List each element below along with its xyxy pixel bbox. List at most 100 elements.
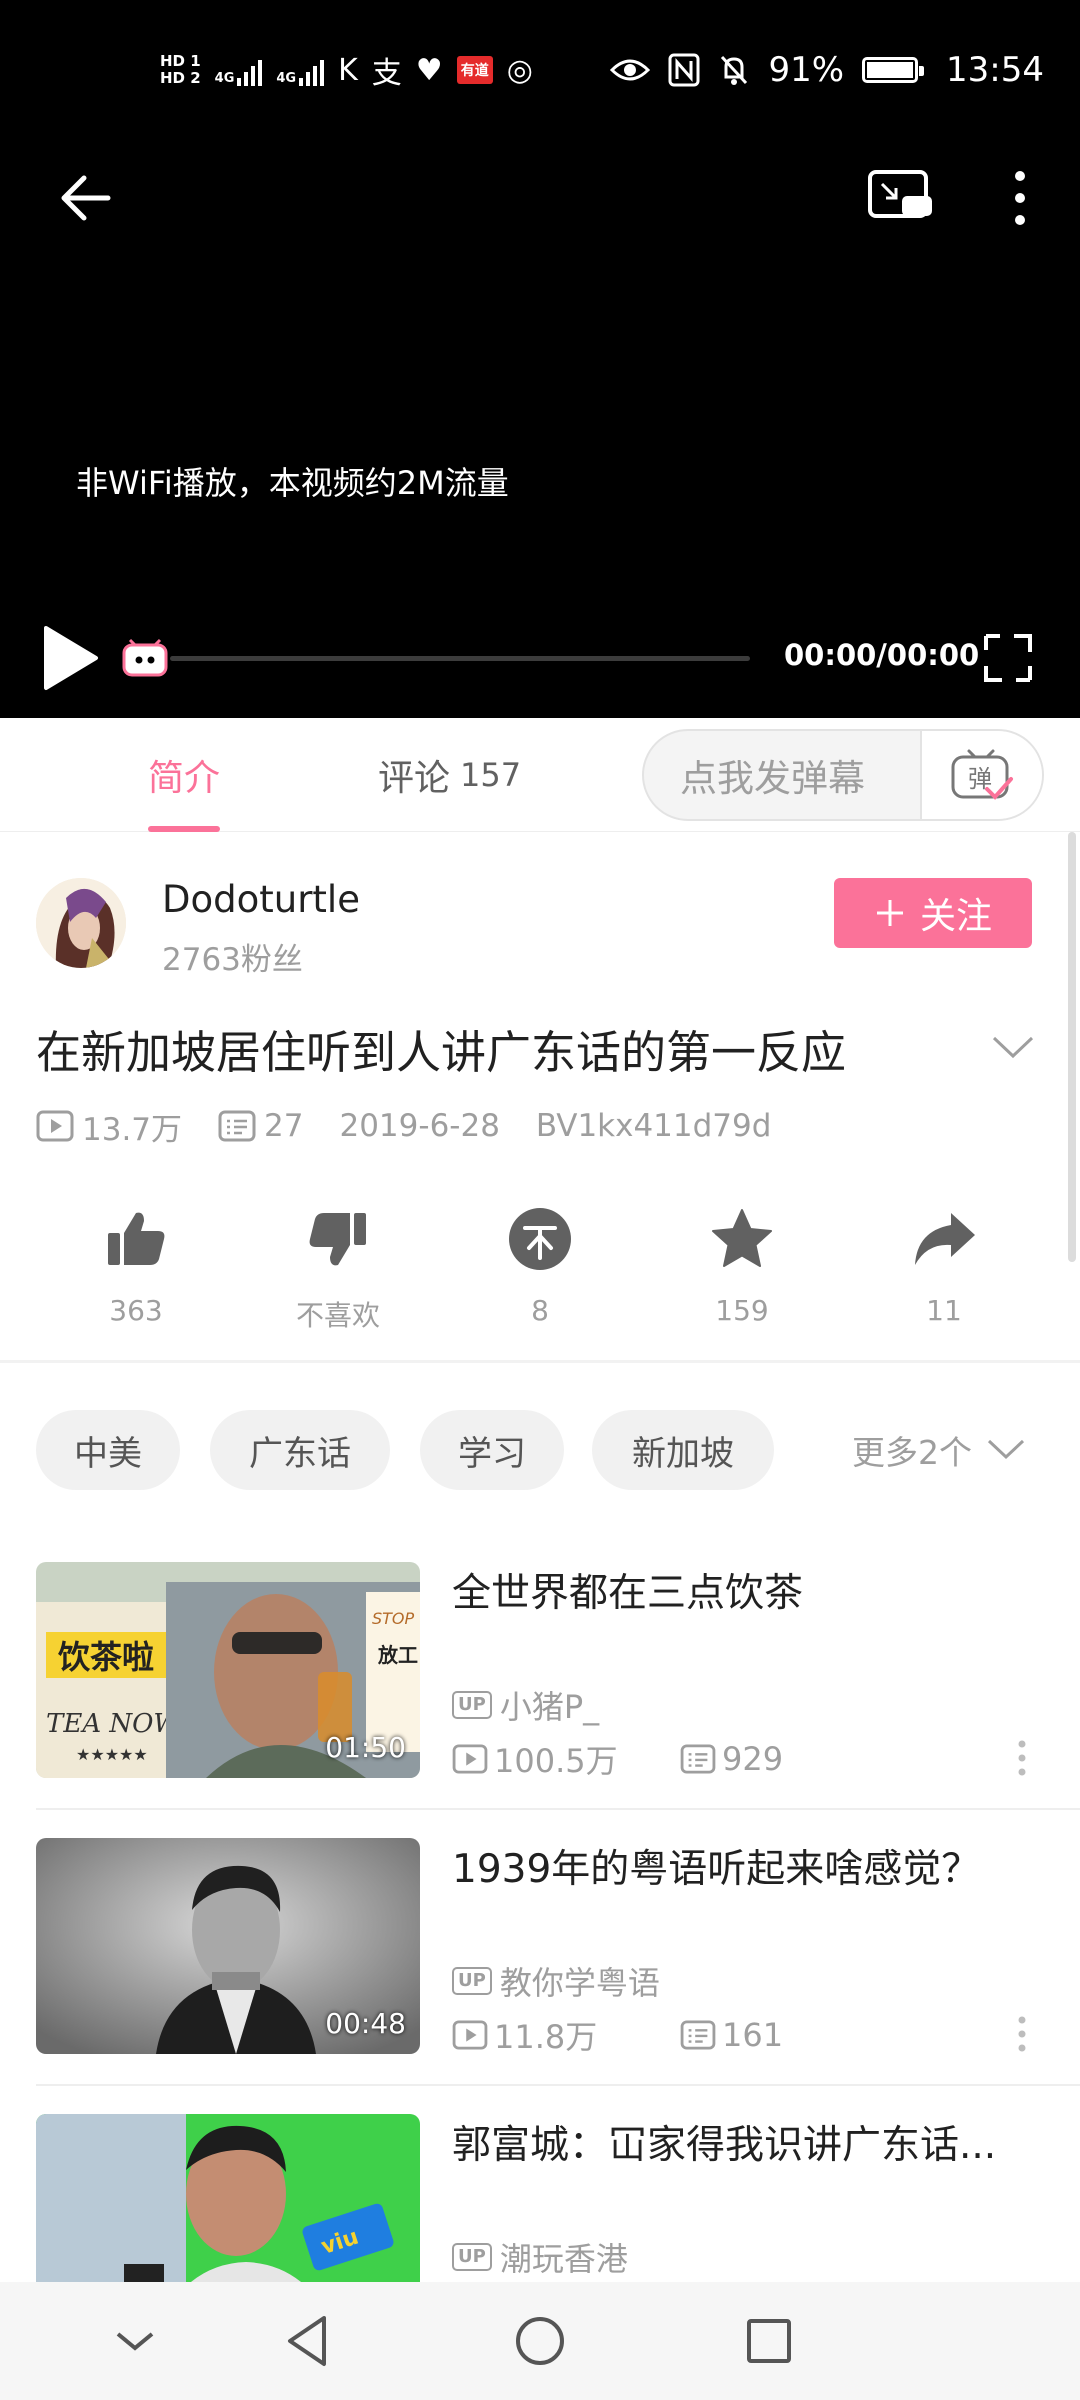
data-usage-notice: 非WiFi播放，本视频约2M流量	[76, 464, 509, 502]
video-duration: 00:48	[325, 2007, 406, 2040]
share-count: 11	[926, 1294, 962, 1327]
video-thumbnail[interactable]: 饮茶啦 TEA NOW ★★★★★ STOP 放工 01:50	[36, 1562, 420, 1778]
follow-button[interactable]: 关注	[834, 878, 1032, 948]
tag-chip[interactable]: 广东话	[210, 1410, 390, 1490]
related-uploader: 小猪P_	[499, 1688, 600, 1726]
divider	[36, 2084, 1080, 2086]
danmaku-count-icon	[680, 1744, 716, 1774]
up-badge: UP	[452, 1691, 492, 1719]
tab-comments[interactable]: 评论 157	[378, 718, 521, 832]
svg-text:TEA NOW: TEA NOW	[46, 1709, 182, 1739]
danmaku-tv-icon: 弹	[951, 749, 1013, 800]
hide-keyboard-chevron-icon[interactable]	[102, 2308, 168, 2374]
danmaku-count-icon	[218, 1110, 256, 1142]
battery-percent: 91%	[768, 50, 845, 90]
danmaku-input[interactable]: 点我发弹幕 弹	[642, 729, 1044, 821]
mute-bell-icon	[721, 55, 748, 85]
playback-time: 00:00/00:00	[784, 638, 980, 672]
danmaku-count: 27	[264, 1108, 304, 1144]
dislike-label: 不喜欢	[295, 1299, 380, 1332]
share-button[interactable]: 11	[874, 1204, 1014, 1334]
play-count-icon	[452, 1744, 488, 1774]
related-video[interactable]: 00:48 1939年的粤语听起来啥感觉？ UP 教你学粤语 11.8万 161	[36, 1838, 1044, 2070]
comments-count: 157	[460, 756, 522, 794]
recents-square-icon[interactable]	[736, 2308, 802, 2374]
thumbs-down-icon	[309, 1213, 366, 1266]
like-button[interactable]: 363	[66, 1204, 206, 1334]
system-nav-bar	[0, 2282, 1080, 2400]
back-arrow-icon[interactable]	[50, 162, 122, 234]
scroll-indicator[interactable]	[1068, 832, 1076, 1262]
home-circle-icon[interactable]	[507, 2308, 573, 2374]
up-badge: UP	[452, 1967, 492, 1995]
play-count-icon	[452, 2020, 488, 2050]
kebab-menu-icon[interactable]	[1016, 2014, 1028, 2054]
tag-chip[interactable]: 学习	[420, 1410, 564, 1490]
tag-chip[interactable]: 新加坡	[592, 1410, 774, 1490]
status-bar-right: 91% 13:54	[610, 40, 1044, 100]
signal-icon: 4G	[215, 54, 263, 86]
youdao-icon: 有道	[456, 56, 493, 84]
video-player[interactable]: HD 1 HD 2 4G 4G K 支 ♥ 有道 ◎ 91% 13:54 非WiF…	[0, 0, 1080, 718]
related-danmaku: 929	[722, 1740, 784, 1778]
back-triangle-icon[interactable]	[276, 2308, 342, 2374]
related-video[interactable]: 饮茶啦 TEA NOW ★★★★★ STOP 放工 01:50 全世界都在三点饮…	[36, 1562, 1044, 1794]
publish-date: 2019-6-28	[339, 1108, 500, 1144]
fullscreen-icon[interactable]	[982, 632, 1034, 684]
location-icon: ◎	[506, 52, 533, 88]
related-video-title: 1939年的粤语听起来啥感觉？	[452, 1847, 981, 1892]
related-video-title: 全世界都在三点饮茶	[452, 1571, 804, 1616]
plus-icon	[876, 900, 903, 926]
coin-icon	[509, 1208, 571, 1270]
like-count: 363	[109, 1294, 163, 1327]
health-icon: ♥	[415, 52, 443, 88]
favorite-button[interactable]: 159	[672, 1204, 812, 1334]
svg-text:STOP: STOP	[372, 1609, 415, 1628]
video-duration: 01:50	[325, 1731, 406, 1764]
progress-bar[interactable]	[170, 656, 750, 661]
video-thumbnail[interactable]: viu	[36, 2114, 420, 2282]
related-video[interactable]: viu 郭富城：冚家得我识讲广东话... UP 潮玩香港	[36, 2114, 1044, 2282]
nfc-icon	[668, 53, 700, 87]
tab-comments-label: 评论	[378, 758, 451, 799]
danmaku-settings-button[interactable]: 弹	[920, 731, 1042, 819]
share-icon	[915, 1213, 975, 1265]
view-count: 13.7万	[82, 1111, 183, 1148]
divider	[36, 1808, 1080, 1810]
video-meta: 13.7万 27 2019-6-28 BV1kx411d79d	[36, 1104, 807, 1148]
related-views: 11.8万	[494, 2018, 598, 2056]
more-tags-label: 更多2个	[852, 1433, 972, 1472]
dislike-button[interactable]: 不喜欢	[268, 1204, 408, 1334]
hd-indicator: HD 1 HD 2	[160, 52, 201, 87]
svg-text:饮茶啦: 饮茶啦	[58, 1638, 154, 1676]
eye-icon	[610, 59, 651, 81]
play-icon[interactable]	[38, 622, 102, 694]
coin-count: 8	[531, 1294, 549, 1327]
avatar[interactable]	[36, 878, 126, 968]
danmaku-toggle-icon[interactable]	[120, 634, 170, 680]
status-bar-left: HD 1 HD 2 4G 4G K 支 ♥ 有道 ◎	[160, 40, 533, 100]
play-count-icon	[36, 1110, 74, 1142]
alipay-icon: 支	[371, 56, 402, 91]
related-uploader: 教你学粤语	[499, 1964, 660, 2002]
follow-label: 关注	[919, 896, 992, 937]
svg-text:放工: 放工	[377, 1643, 418, 1667]
favorite-count: 159	[715, 1294, 769, 1327]
danmaku-placeholder: 点我发弹幕	[680, 757, 865, 800]
cast-icon[interactable]	[864, 162, 936, 234]
chevron-down-icon	[987, 1439, 1025, 1460]
video-thumbnail[interactable]: 00:48	[36, 1838, 420, 2054]
chevron-down-icon[interactable]	[990, 1030, 1036, 1066]
up-badge: UP	[452, 2243, 492, 2271]
tag-chip[interactable]: 中美	[36, 1410, 180, 1490]
danmaku-count-icon	[680, 2020, 716, 2050]
kebab-menu-icon[interactable]	[1016, 1738, 1028, 1778]
related-views: 100.5万	[494, 1742, 618, 1780]
uploader-name[interactable]: Dodoturtle	[162, 878, 360, 921]
uploader-fans: 2763粉丝	[162, 942, 303, 978]
more-tags-button[interactable]: 更多2个	[852, 1410, 1026, 1490]
thumbs-up-icon	[108, 1212, 165, 1265]
coin-button[interactable]: 8	[470, 1204, 610, 1334]
more-options-icon[interactable]	[1000, 162, 1040, 234]
tab-intro[interactable]: 简介	[148, 718, 221, 832]
